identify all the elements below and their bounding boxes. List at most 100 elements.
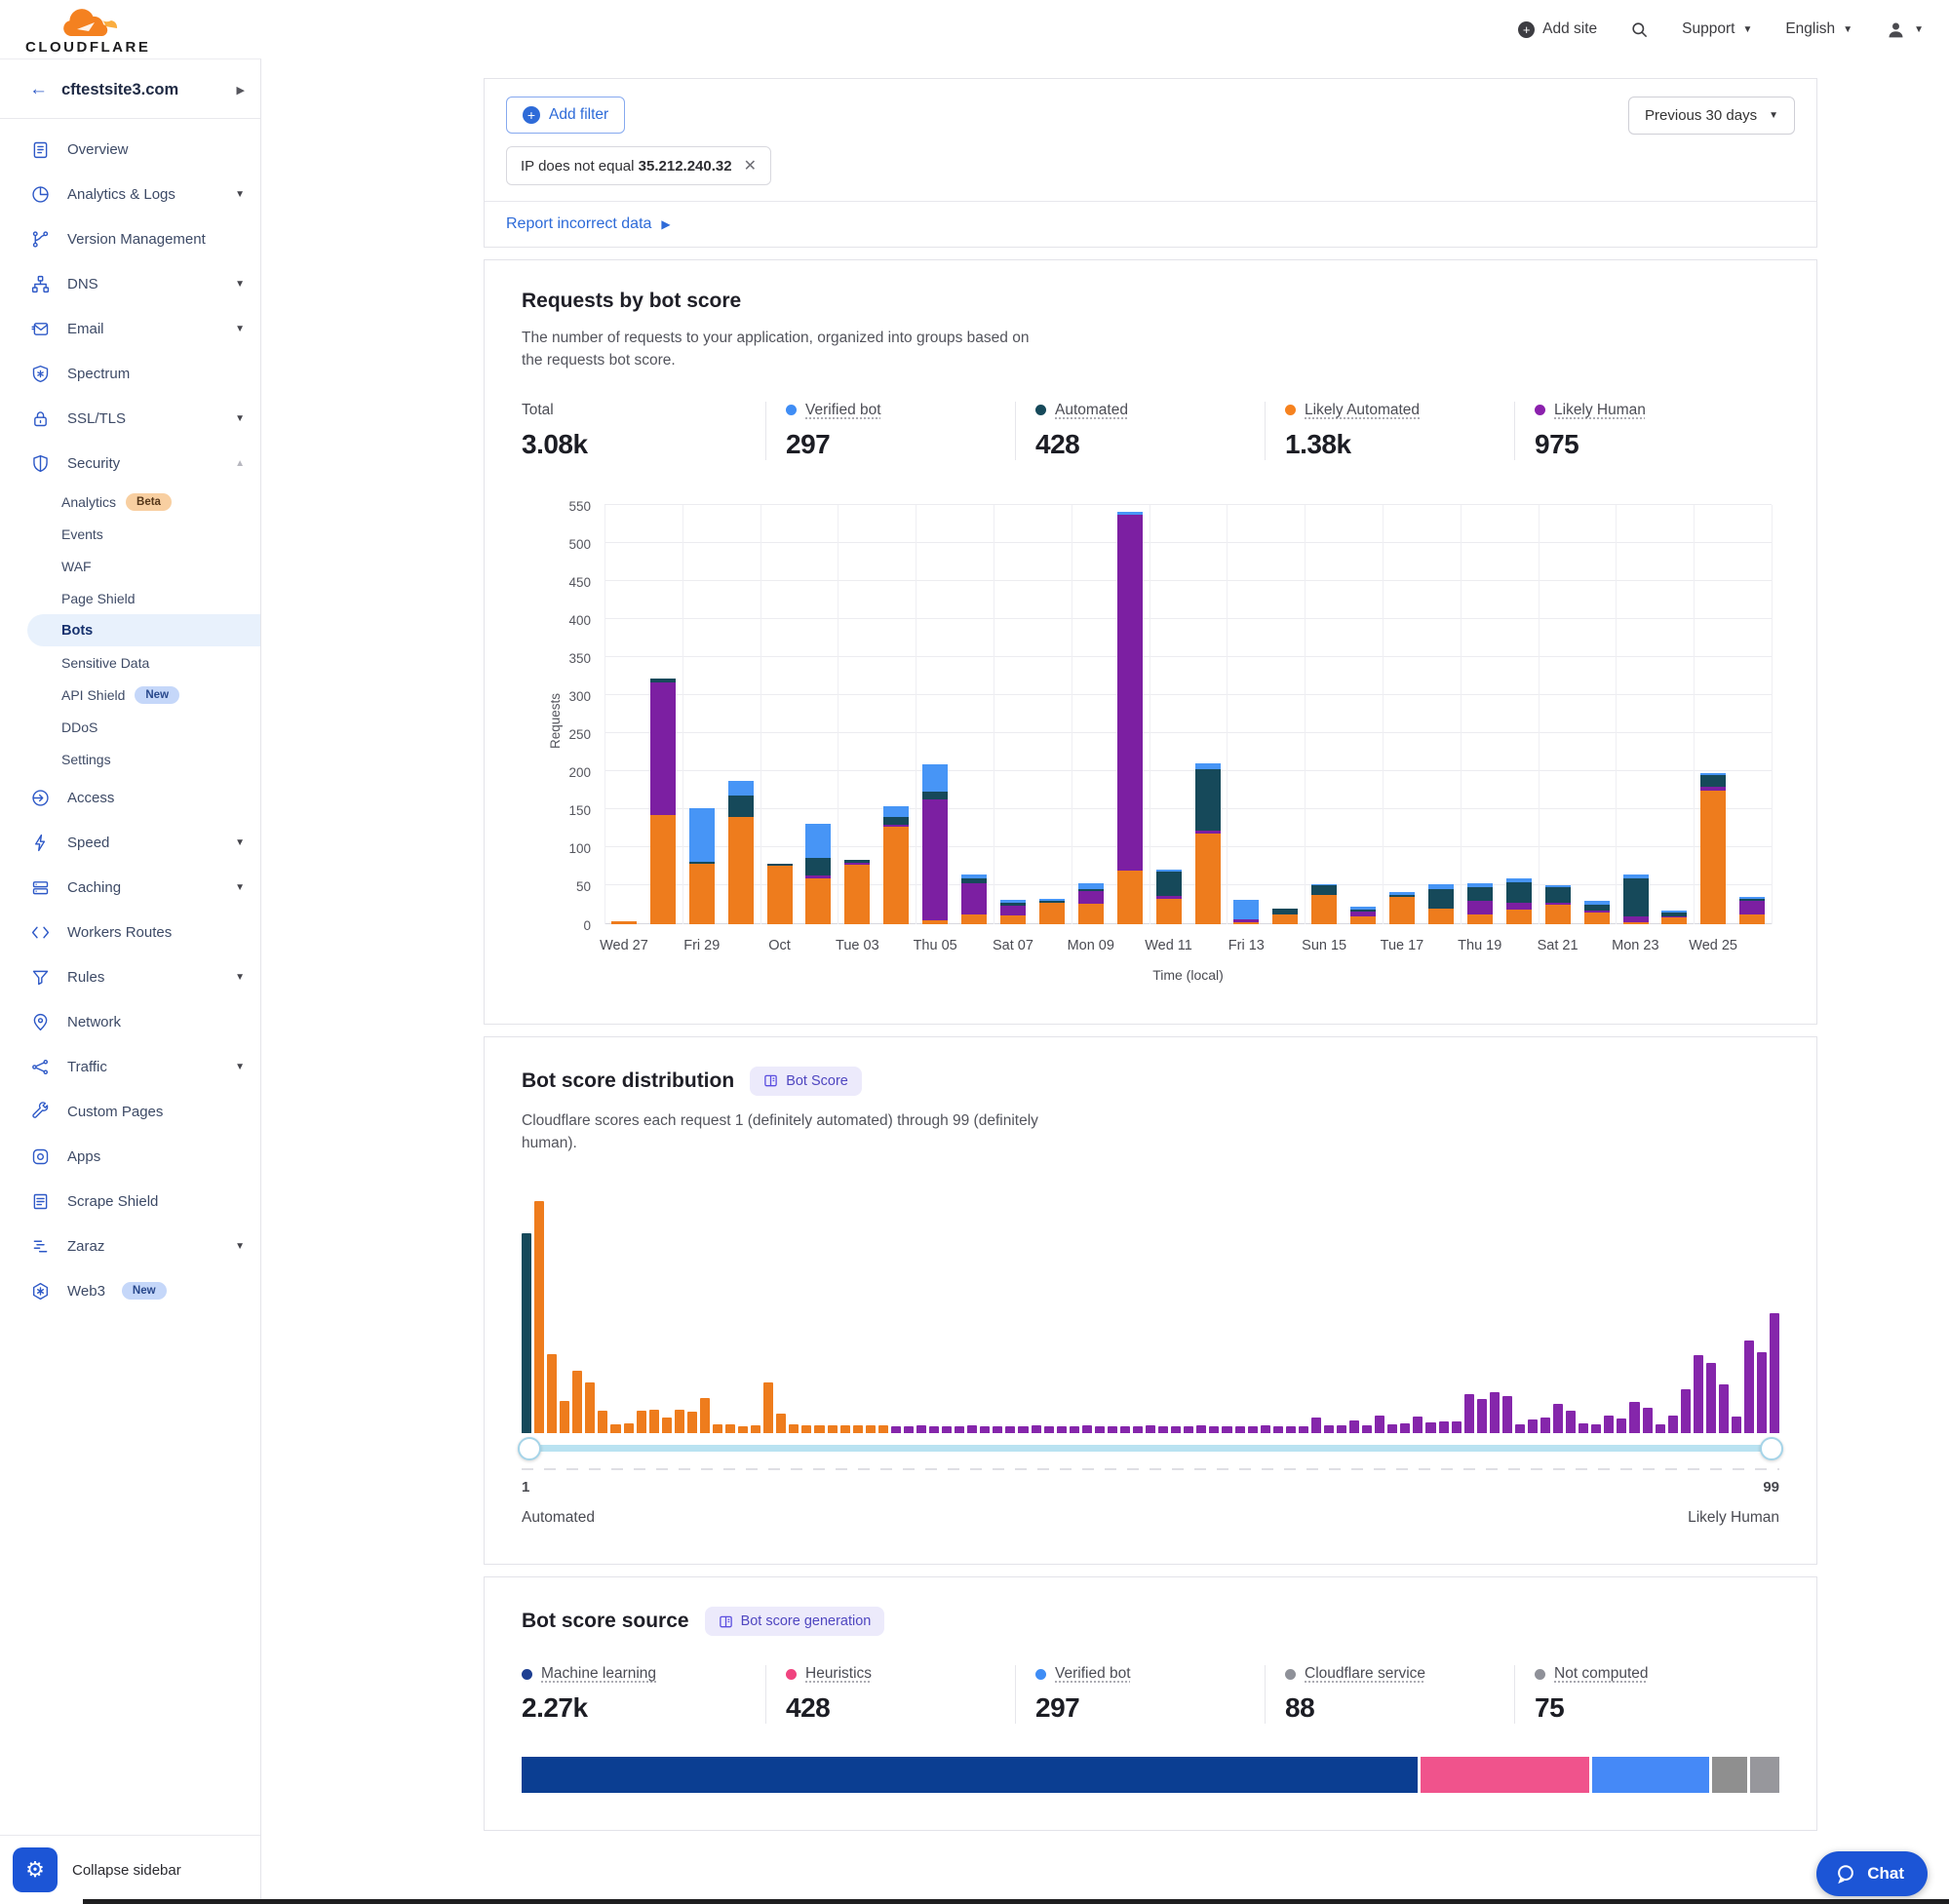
score-bar-18[interactable] <box>738 1426 748 1433</box>
chat-button[interactable]: Chat <box>1816 1851 1928 1896</box>
filter-chip[interactable]: IP does not equal 35.212.240.32 ✕ <box>506 146 771 185</box>
stacked-bar-day-19[interactable] <box>1311 884 1337 924</box>
score-bar-75[interactable] <box>1464 1394 1474 1433</box>
score-bar-13[interactable] <box>675 1410 684 1433</box>
score-bar-42[interactable] <box>1044 1426 1054 1433</box>
score-bar-15[interactable] <box>700 1398 710 1433</box>
support-menu[interactable]: Support ▼ <box>1682 20 1752 38</box>
stacked-bar-day-29[interactable] <box>1700 773 1726 924</box>
score-bar-62[interactable] <box>1299 1426 1308 1433</box>
source-segment-machine-learning[interactable] <box>522 1757 1418 1793</box>
score-bar-96[interactable] <box>1732 1417 1741 1433</box>
score-bar-73[interactable] <box>1439 1421 1449 1433</box>
stat-label[interactable]: Heuristics <box>805 1665 872 1683</box>
score-bar-38[interactable] <box>993 1426 1002 1433</box>
stacked-bar-day-1[interactable] <box>611 921 637 923</box>
score-bar-59[interactable] <box>1261 1425 1270 1433</box>
stat-label[interactable]: Automated <box>1055 402 1128 419</box>
score-bar-64[interactable] <box>1324 1425 1334 1433</box>
score-bar-50[interactable] <box>1146 1425 1155 1433</box>
score-bar-4[interactable] <box>560 1401 569 1433</box>
score-bar-20[interactable] <box>763 1382 773 1433</box>
score-bar-11[interactable] <box>649 1410 659 1433</box>
stat-label[interactable]: Likely Automated <box>1305 402 1420 419</box>
stacked-bar-day-14[interactable] <box>1117 512 1143 923</box>
score-bar-21[interactable] <box>776 1414 786 1433</box>
score-bar-83[interactable] <box>1566 1411 1576 1433</box>
score-bar-46[interactable] <box>1095 1426 1105 1433</box>
score-bar-91[interactable] <box>1668 1416 1678 1433</box>
score-bar-5[interactable] <box>572 1371 582 1433</box>
score-bar-45[interactable] <box>1082 1425 1092 1433</box>
score-bar-14[interactable] <box>687 1412 697 1433</box>
score-bar-33[interactable] <box>929 1426 939 1433</box>
stacked-bar-day-12[interactable] <box>1039 899 1065 924</box>
stacked-bar-day-17[interactable] <box>1233 900 1259 924</box>
stacked-bar-day-7[interactable] <box>844 860 870 924</box>
search-button[interactable] <box>1630 20 1649 39</box>
score-bar-92[interactable] <box>1681 1389 1691 1433</box>
score-bar-80[interactable] <box>1528 1419 1538 1433</box>
score-bar-60[interactable] <box>1273 1426 1283 1433</box>
stacked-bar-day-16[interactable] <box>1195 763 1221 924</box>
sidebar-subitem-page-shield[interactable]: Page Shield <box>0 582 260 614</box>
score-bar-34[interactable] <box>942 1426 952 1433</box>
report-incorrect-data-link[interactable]: Report incorrect data ▶ <box>506 215 671 233</box>
sidebar-item-spectrum[interactable]: Spectrum <box>0 351 260 396</box>
stacked-bar-day-4[interactable] <box>728 781 754 924</box>
score-bar-89[interactable] <box>1643 1408 1653 1433</box>
sidebar-subitem-ddos[interactable]: DDoS <box>0 711 260 743</box>
score-bar-70[interactable] <box>1400 1423 1410 1433</box>
sidebar-subitem-events[interactable]: Events <box>0 518 260 550</box>
score-bar-7[interactable] <box>598 1411 607 1433</box>
score-bar-69[interactable] <box>1387 1424 1397 1433</box>
sidebar-item-web3[interactable]: Web3New <box>0 1268 260 1313</box>
add-site-button[interactable]: + Add site <box>1518 20 1597 38</box>
score-bar-84[interactable] <box>1579 1423 1588 1433</box>
sidebar-subitem-waf[interactable]: WAF <box>0 550 260 582</box>
score-bar-6[interactable] <box>585 1382 595 1433</box>
score-bar-88[interactable] <box>1629 1402 1639 1433</box>
score-bar-95[interactable] <box>1719 1384 1729 1433</box>
stat-label[interactable]: Likely Human <box>1554 402 1646 419</box>
score-bar-57[interactable] <box>1235 1426 1245 1433</box>
stat-label[interactable]: Not computed <box>1554 1665 1649 1683</box>
source-segment-heuristics[interactable] <box>1421 1757 1589 1793</box>
slider-handle-min[interactable] <box>518 1437 541 1460</box>
score-bar-53[interactable] <box>1184 1426 1193 1433</box>
site-header[interactable]: ← cftestsite3.com ▶ <box>0 59 260 119</box>
score-bar-54[interactable] <box>1196 1425 1206 1433</box>
slider-handle-max[interactable] <box>1760 1437 1783 1460</box>
stacked-bar-day-6[interactable] <box>805 824 831 923</box>
collapse-sidebar-button[interactable]: Collapse sidebar <box>72 1862 181 1879</box>
score-bar-40[interactable] <box>1018 1426 1028 1433</box>
sidebar-item-security[interactable]: Security▲ <box>0 441 260 486</box>
stat-label[interactable]: Verified bot <box>805 402 881 419</box>
sidebar-item-email[interactable]: Email▼ <box>0 306 260 351</box>
source-segment-not-computed[interactable] <box>1750 1757 1779 1793</box>
settings-gear-button[interactable]: ⚙ <box>13 1847 58 1892</box>
sidebar-item-zaraz[interactable]: Zaraz▼ <box>0 1224 260 1268</box>
stat-label[interactable]: Verified bot <box>1055 1665 1131 1683</box>
score-bar-65[interactable] <box>1337 1425 1346 1433</box>
language-menu[interactable]: English ▼ <box>1785 20 1852 38</box>
score-bar-49[interactable] <box>1133 1426 1143 1433</box>
sidebar-item-dns[interactable]: DNS▼ <box>0 261 260 306</box>
score-bar-28[interactable] <box>866 1425 876 1433</box>
sidebar-subitem-api-shield[interactable]: API ShieldNew <box>0 679 260 711</box>
score-bar-74[interactable] <box>1452 1421 1462 1433</box>
back-arrow-icon[interactable]: ← <box>29 79 48 100</box>
account-menu[interactable]: ▼ <box>1886 19 1924 40</box>
score-bar-25[interactable] <box>828 1425 838 1433</box>
stacked-bar-day-9[interactable] <box>922 764 948 923</box>
score-bar-72[interactable] <box>1425 1422 1435 1433</box>
cloudflare-logo[interactable]: CLOUDFLARE <box>25 9 150 55</box>
score-bar-52[interactable] <box>1171 1426 1181 1433</box>
score-bar-55[interactable] <box>1209 1426 1219 1433</box>
score-bar-85[interactable] <box>1591 1424 1601 1433</box>
slider-track[interactable] <box>522 1445 1779 1452</box>
score-bar-16[interactable] <box>713 1424 722 1433</box>
score-bar-43[interactable] <box>1057 1426 1067 1433</box>
chevron-right-icon[interactable]: ▶ <box>237 84 245 97</box>
score-bar-90[interactable] <box>1656 1424 1665 1433</box>
